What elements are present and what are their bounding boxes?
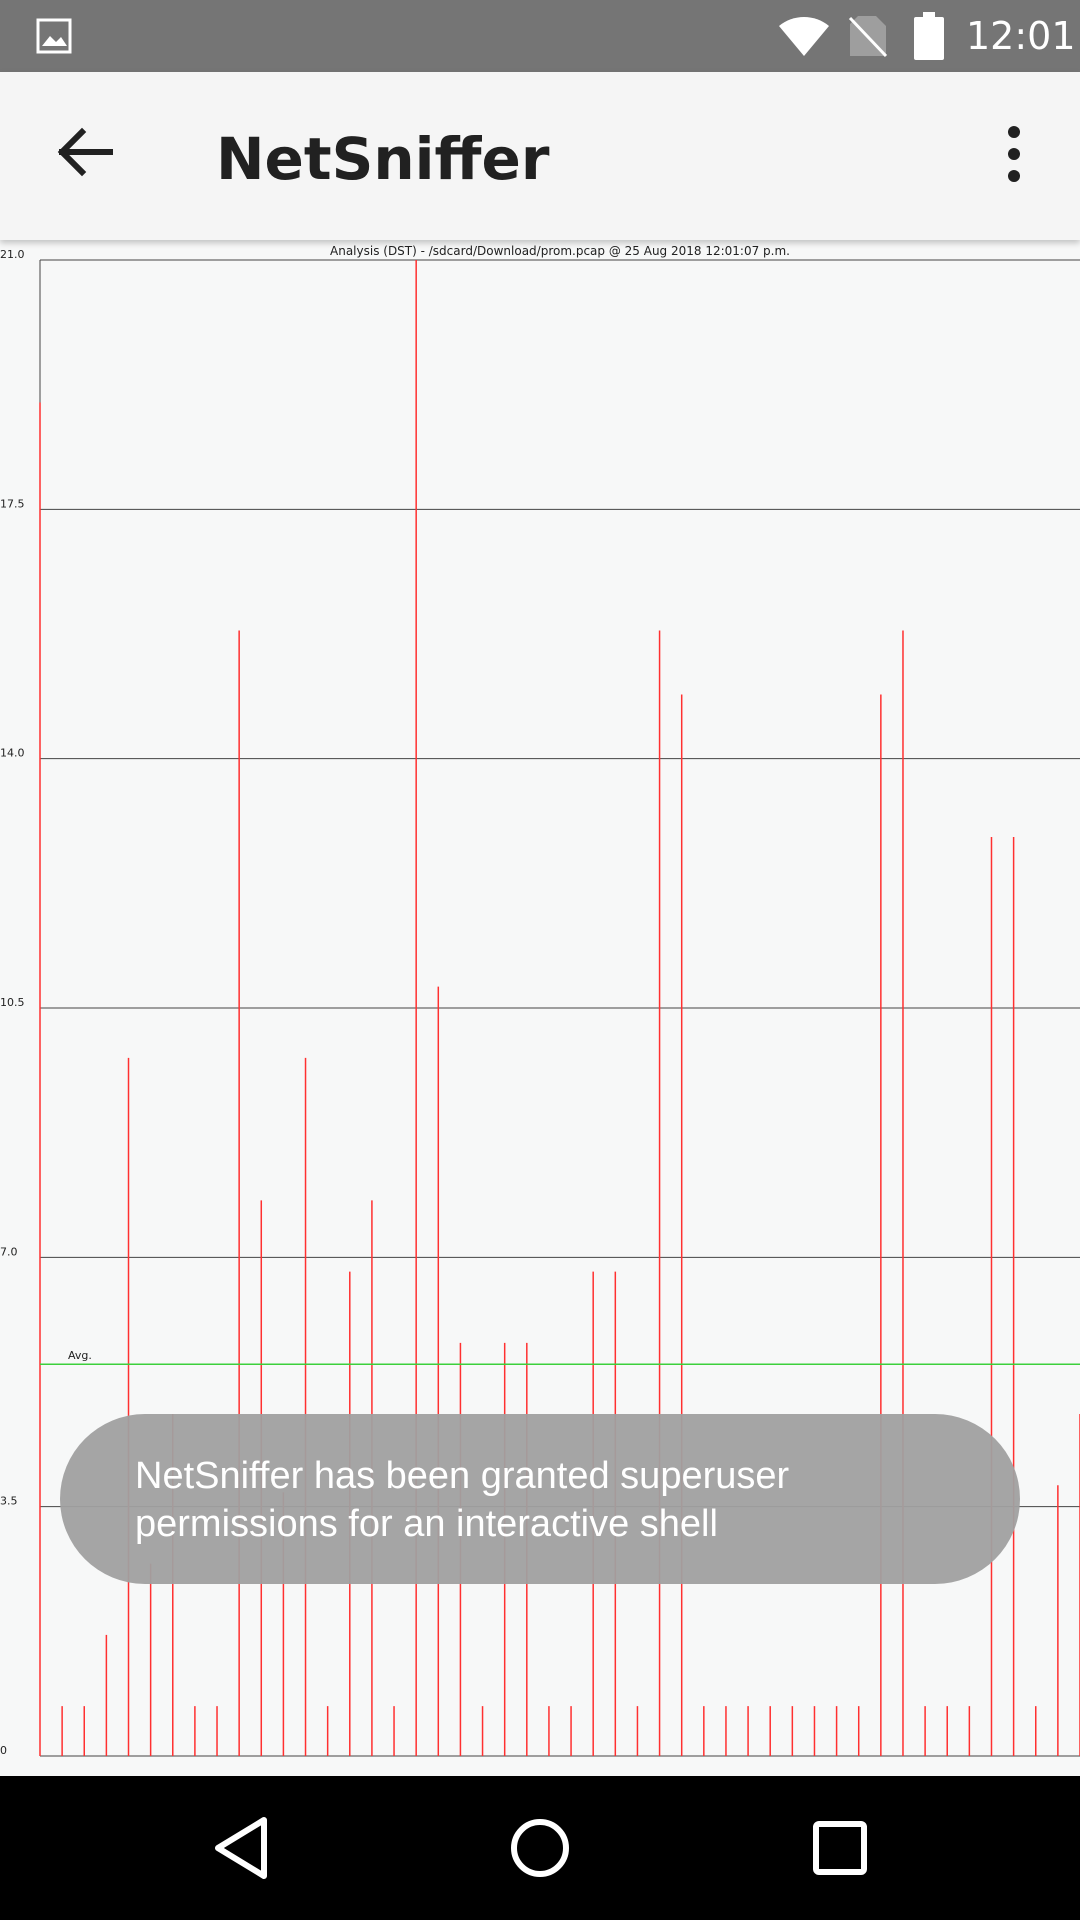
chart-title: Analysis (DST) - /sdcard/Download/prom.p…	[330, 244, 790, 258]
app-title: NetSniffer	[216, 125, 550, 193]
app-bar: NetSniffer	[0, 72, 1080, 240]
toast-message: NetSniffer has been granted superuser pe…	[60, 1414, 1020, 1584]
status-bar: 12:01	[0, 0, 1080, 72]
more-vert-icon[interactable]	[996, 122, 1032, 186]
nav-recents-icon[interactable]	[798, 1806, 882, 1890]
average-line: Avg.	[40, 1349, 1080, 1365]
gallery-icon	[36, 18, 72, 54]
y-tick-label: 3.5	[0, 1495, 18, 1508]
nav-back-icon[interactable]	[200, 1806, 284, 1890]
y-axis-ticks: 0 3.5 7.0 10.5 14.0 17.5 21.0	[0, 248, 25, 1757]
toast-text: NetSniffer has been granted superuser pe…	[135, 1455, 790, 1545]
y-tick-label: 21.0	[0, 248, 25, 261]
status-time: 12:01	[966, 14, 1076, 58]
nav-home-icon[interactable]	[498, 1806, 582, 1890]
no-sim-icon	[848, 16, 888, 58]
battery-icon	[914, 12, 944, 60]
y-tick-label: 17.5	[0, 497, 25, 510]
wifi-icon	[779, 17, 829, 56]
y-tick-label: 0	[0, 1744, 7, 1757]
average-label: Avg.	[68, 1349, 92, 1362]
navigation-bar	[0, 1776, 1080, 1920]
y-tick-label: 14.0	[0, 747, 25, 760]
y-tick-label: 7.0	[0, 1245, 18, 1258]
arrow-back-icon[interactable]	[48, 116, 120, 188]
y-tick-label: 10.5	[0, 996, 25, 1009]
